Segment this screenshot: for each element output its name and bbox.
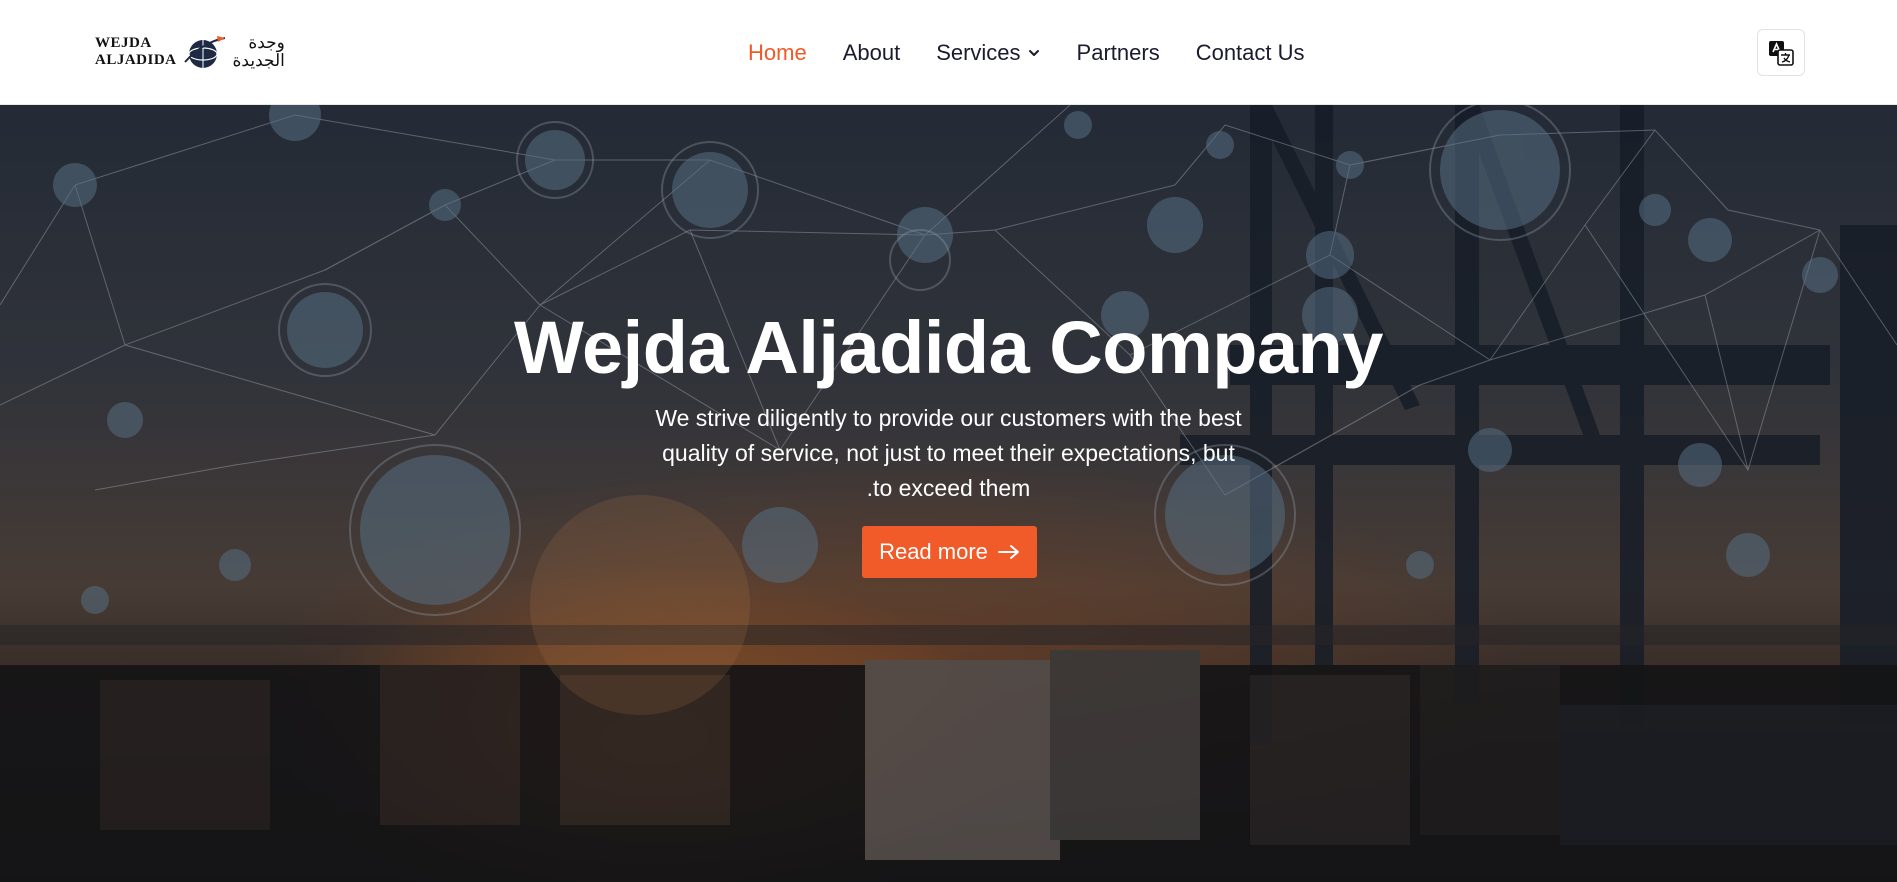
main-nav: Home About Services Partners Contact Us — [748, 36, 1341, 70]
nav-services-label: Services — [936, 40, 1021, 65]
hero-description: We strive diligently to provide our cust… — [630, 401, 1267, 506]
hero-title: Wejda Aljadida Company — [514, 306, 1383, 389]
nav-services[interactable]: Services — [936, 40, 1040, 66]
logo-latin-text: WEJDA ALJADIDA — [95, 35, 177, 69]
hero-description-line-1: We strive diligently to provide our cust… — [655, 405, 1242, 431]
brand-logo[interactable]: WEJDA ALJADIDA وجدة الجديدة — [95, 30, 285, 74]
chevron-down-icon — [1028, 50, 1039, 56]
nav-about[interactable]: About — [843, 40, 901, 66]
read-more-label: Read more — [879, 539, 988, 564]
logo-latin-line-2: ALJADIDA — [95, 52, 177, 68]
language-toggle-button[interactable] — [1757, 29, 1805, 76]
logo-arabic-line-2: الجديدة — [232, 51, 285, 71]
logo-arabic-text: وجدة الجديدة — [233, 34, 285, 70]
nav-contact-us[interactable]: Contact Us — [1196, 40, 1305, 66]
read-more-button[interactable]: Read more — [862, 526, 1037, 578]
globe-plane-icon — [183, 36, 225, 68]
translate-icon — [1769, 40, 1794, 66]
site-header: WEJDA ALJADIDA وجدة الجديدة Home About S… — [0, 0, 1897, 105]
logo-latin-line-1: WEJDA — [95, 35, 152, 51]
arrow-right-icon — [997, 545, 1019, 559]
nav-partners[interactable]: Partners — [1077, 40, 1160, 66]
hero-description-line-2: quality of service, not just to meet the… — [662, 440, 1235, 466]
logo-arabic-line-1: وجدة — [248, 33, 285, 53]
nav-home[interactable]: Home — [748, 40, 807, 66]
hero-description-line-3: .to exceed them — [866, 475, 1031, 501]
hero-section: Wejda Aljadida Company We strive diligen… — [0, 105, 1897, 882]
